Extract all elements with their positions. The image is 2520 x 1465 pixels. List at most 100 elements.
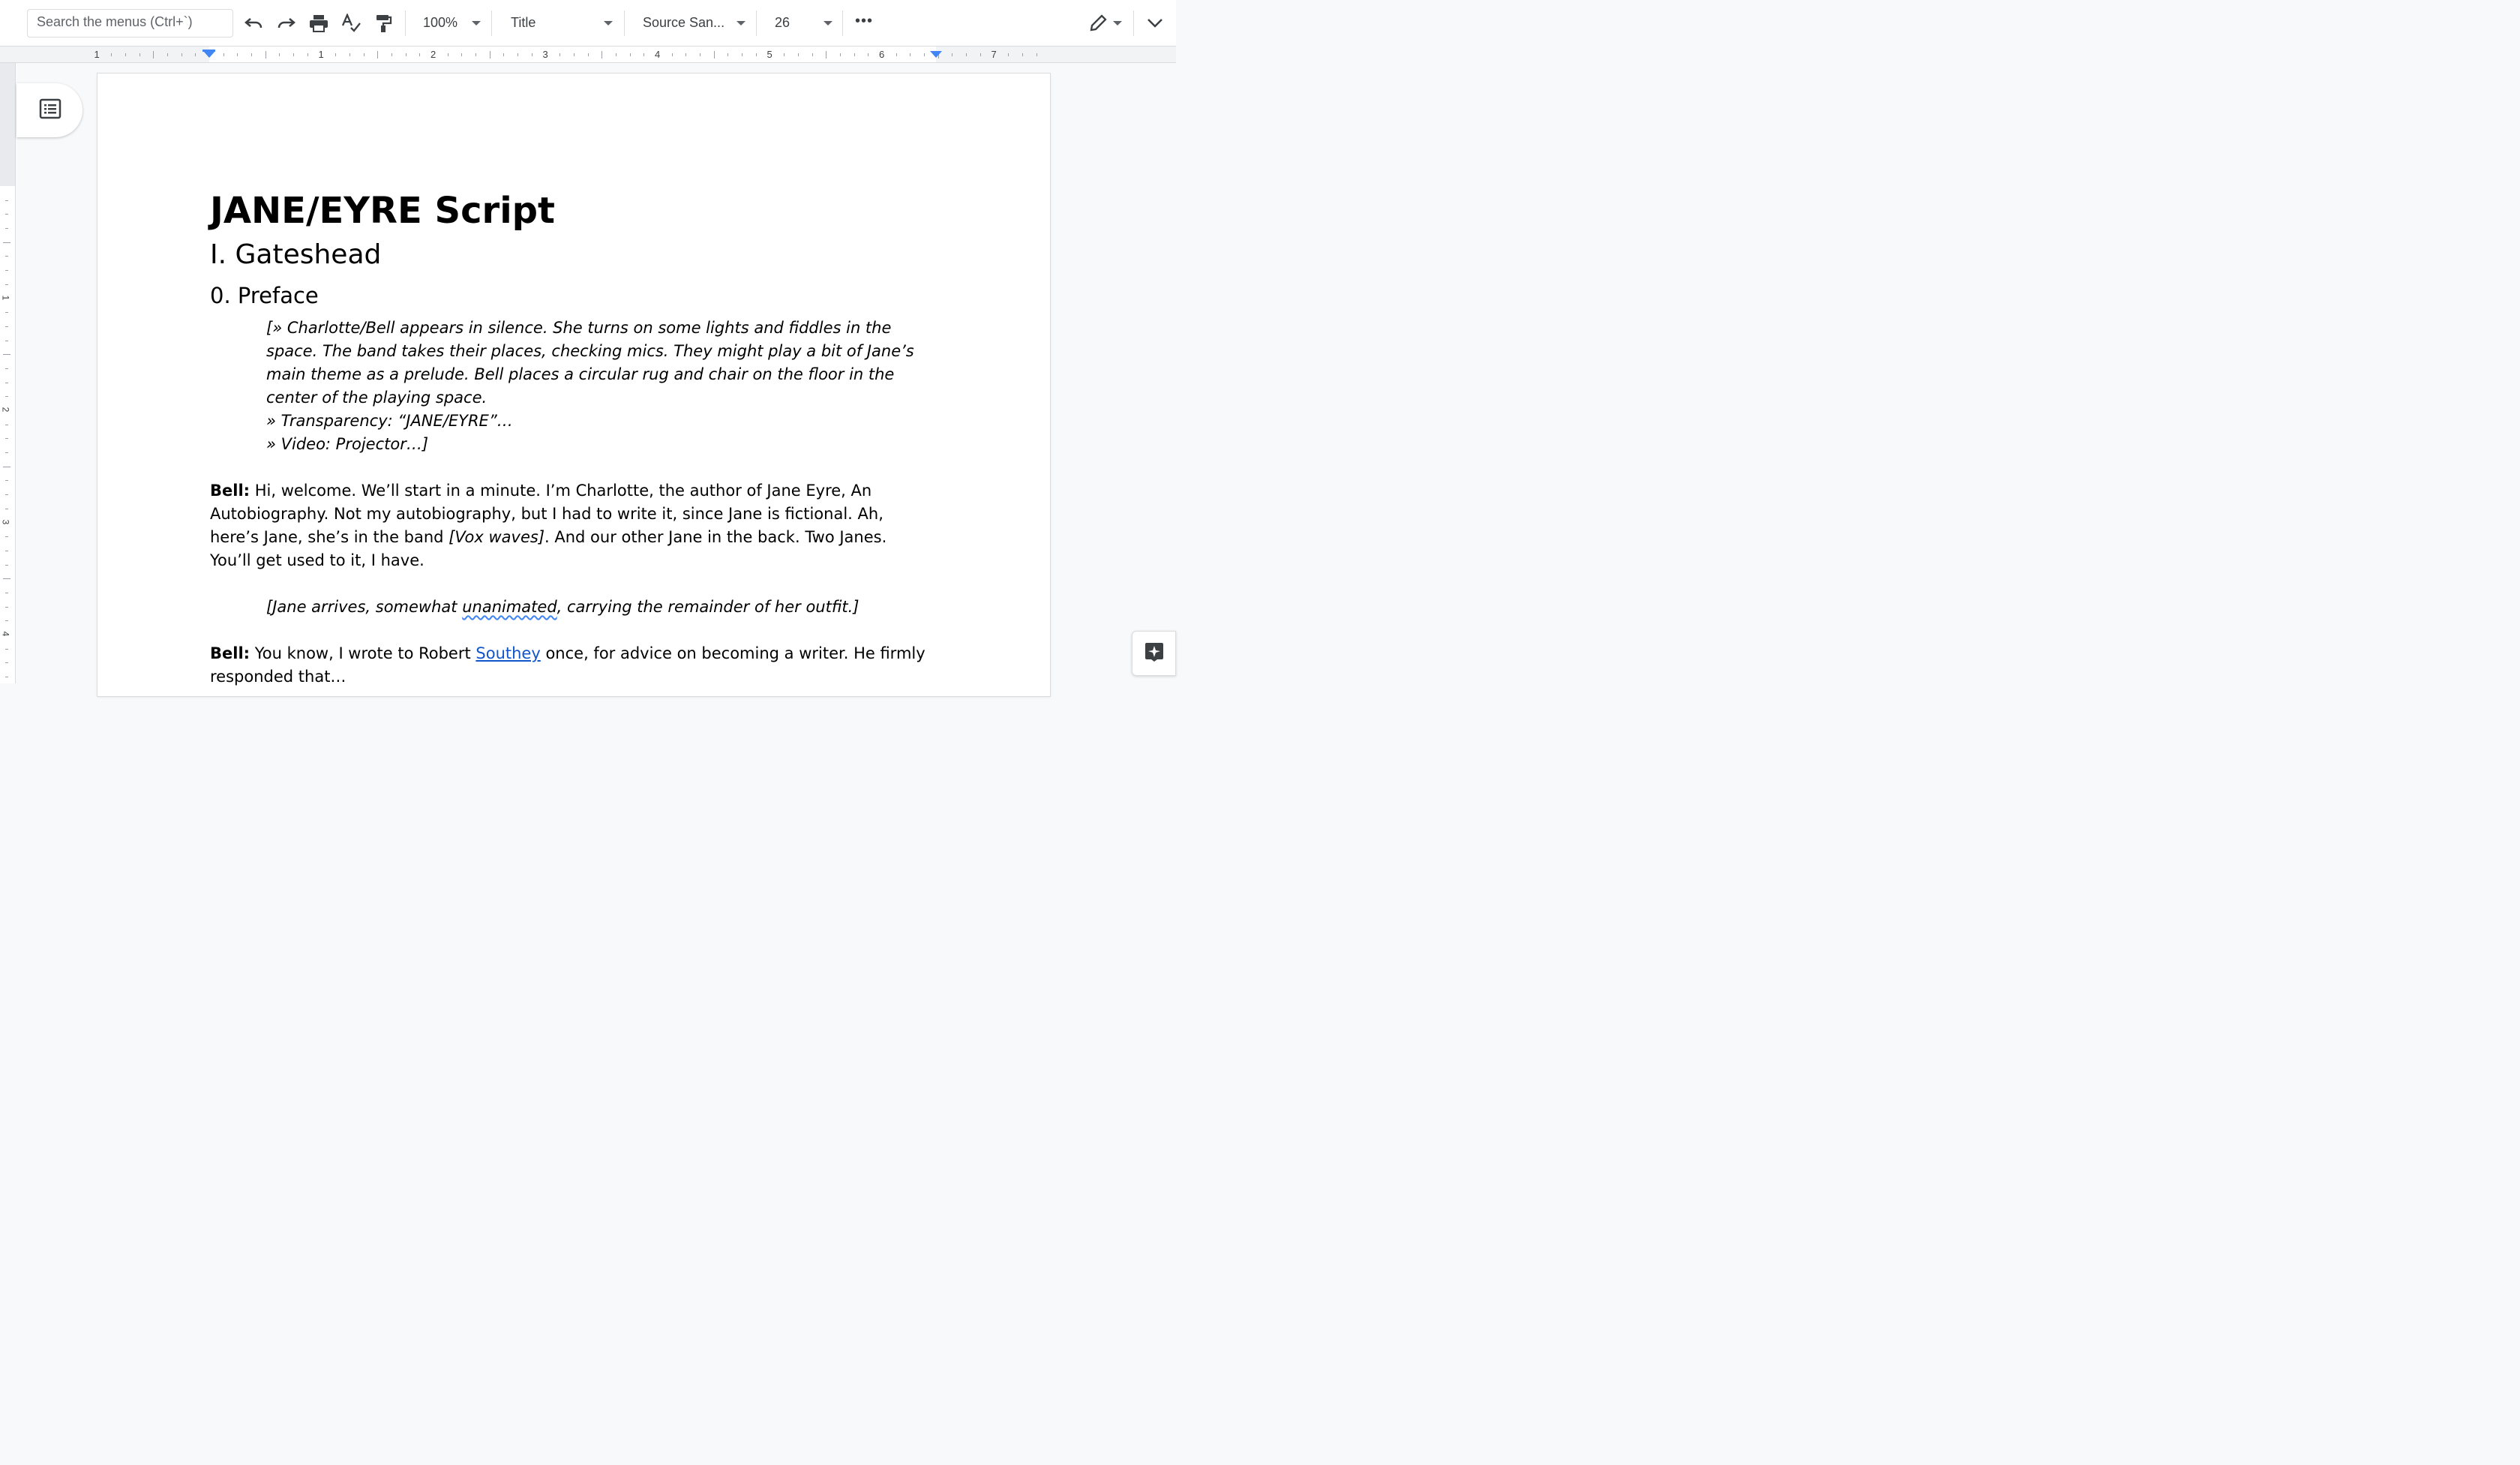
left-indent-marker[interactable] (203, 51, 215, 58)
ruler-number: 1 (318, 49, 324, 60)
font-select[interactable]: Source San... (643, 15, 724, 31)
ruler-tick (5, 270, 8, 272)
ruler-tick (5, 284, 8, 285)
ruler-tick (461, 53, 463, 56)
stage-direction-text: , carrying the remainder of her outfit.] (556, 598, 860, 616)
ruler-number: 2 (430, 49, 436, 60)
stage-direction-line: » Video: Projector…] (266, 435, 429, 453)
document-body[interactable]: JANE/EYRE Script I. Gateshead 0. Preface… (210, 186, 930, 689)
ruler-tick (5, 452, 8, 454)
ruler-tick (1008, 53, 1010, 56)
chevron-down-icon[interactable] (1142, 11, 1168, 36)
pencil-icon[interactable] (1085, 11, 1111, 36)
ruler-tick (5, 662, 8, 664)
print-icon[interactable] (306, 11, 332, 36)
ruler-tick (5, 536, 8, 538)
toolbar-divider (842, 11, 843, 36)
ruler-tick (5, 312, 8, 314)
ruler-tick (5, 494, 8, 496)
ruler-tick (111, 53, 112, 56)
ruler-tick (251, 53, 253, 56)
ruler-number: 2 (0, 407, 11, 413)
explore-icon (1144, 641, 1165, 666)
ruler-number: 1 (0, 295, 11, 300)
dialogue-text: You know, I wrote to Robert (250, 644, 476, 662)
ruler-tick (419, 53, 421, 56)
ruler-tick (237, 53, 238, 56)
speaker-name: Bell: (210, 644, 250, 662)
ruler-tick (124, 53, 126, 56)
ruler-tick (503, 53, 505, 56)
heading-2: 0. Preface (210, 283, 319, 308)
dialogue-paragraph: Bell: Hi, welcome. We’ll start in a minu… (210, 479, 930, 572)
zoom-select[interactable]: 100% (423, 15, 458, 31)
explore-button[interactable] (1132, 631, 1176, 676)
ruler-tick (5, 200, 8, 201)
chevron-down-icon[interactable] (1113, 21, 1122, 26)
ruler-tick (3, 354, 10, 356)
more-options-button[interactable]: ••• (855, 13, 873, 30)
heading-1: I. Gateshead (210, 239, 382, 270)
document-title: JANE/EYRE Script (210, 190, 555, 232)
chevron-down-icon[interactable] (736, 21, 746, 26)
ruler-tick (839, 53, 841, 56)
ruler-tick (966, 53, 968, 56)
chevron-down-icon[interactable] (824, 21, 832, 26)
ruler-tick (924, 53, 926, 56)
ruler-number: 6 (879, 49, 885, 60)
ruler-tick (3, 242, 10, 243)
speaker-name: Bell: (210, 482, 250, 500)
vertical-ruler[interactable]: 1 2 3 4 (0, 63, 16, 683)
font-size-select[interactable]: 26 (775, 15, 790, 31)
ruler-tick (587, 53, 589, 56)
toolbar-divider (491, 11, 492, 36)
ruler-number: 3 (0, 519, 11, 524)
style-select[interactable]: Title (511, 15, 536, 31)
ruler-tick (5, 256, 8, 257)
ruler-tick (671, 53, 673, 56)
stage-direction: [» Charlotte/Bell appears in silence. Sh… (266, 317, 930, 456)
undo-icon[interactable] (241, 11, 266, 36)
document-outline-button[interactable] (16, 83, 82, 137)
ruler-tick (1022, 53, 1023, 56)
chevron-down-icon[interactable] (472, 21, 481, 26)
toolbar-divider (624, 11, 625, 36)
redo-icon[interactable] (274, 11, 299, 36)
toolbar-divider (405, 11, 406, 36)
ruler-tick (5, 620, 8, 622)
paint-format-icon[interactable] (370, 11, 396, 36)
horizontal-ruler[interactable]: 1 1 2 3 4 5 6 7 (0, 47, 1176, 63)
stage-direction-text: [Jane arrives, somewhat (266, 598, 463, 616)
ruler-tick (1036, 53, 1037, 56)
ruler-number: 1 (94, 49, 100, 60)
chevron-down-icon[interactable] (604, 21, 613, 26)
southey-link[interactable]: Southey (476, 644, 540, 662)
ruler-number: 7 (991, 49, 997, 60)
misspelled-word[interactable]: unanimated (462, 598, 556, 616)
ruler-tick (980, 53, 981, 56)
spellcheck-icon[interactable] (338, 11, 364, 36)
stage-direction-line: [» Charlotte/Bell appears in silence. Sh… (266, 319, 914, 407)
ruler-tick (5, 648, 8, 650)
ruler-tick (5, 228, 8, 230)
ruler-tick (5, 564, 8, 566)
search-menus-input[interactable]: Search the menus (Ctrl+`) (27, 9, 233, 38)
ruler-tick (854, 53, 855, 56)
ruler-tick (5, 326, 8, 327)
toolbar-divider (756, 11, 757, 36)
ruler-number: 5 (766, 49, 772, 60)
inline-stage-direction: [Vox waves] (448, 528, 545, 546)
ruler-tick (755, 53, 757, 56)
ruler-tick (335, 53, 337, 56)
document-page[interactable]: JANE/EYRE Script I. Gateshead 0. Preface… (98, 74, 1050, 696)
ruler-tick (629, 53, 631, 56)
toolbar: Search the menus (Ctrl+`) 100% Title Sou… (0, 0, 1176, 47)
ruler-tick (166, 53, 168, 56)
ruler-tick (5, 606, 8, 608)
dialogue-paragraph: Bell: You know, I wrote to Robert Southe… (210, 642, 930, 689)
toolbar-divider (1133, 11, 1134, 36)
ruler-tick (195, 53, 196, 56)
ruler-tick (5, 438, 8, 440)
right-indent-marker[interactable] (930, 51, 942, 58)
ruler-tick (153, 51, 154, 59)
